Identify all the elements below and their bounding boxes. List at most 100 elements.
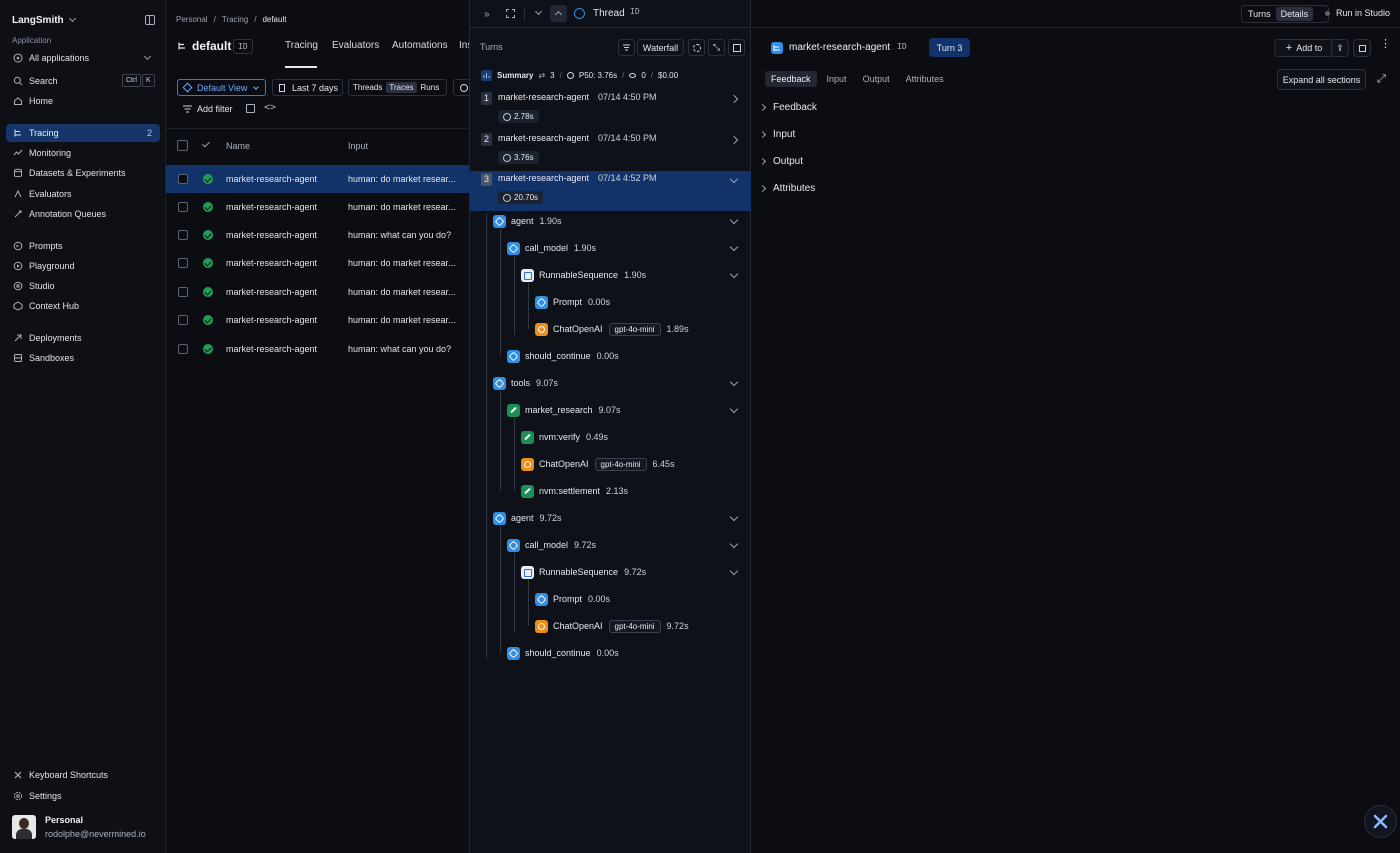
segment-traces[interactable]: Traces [386, 82, 417, 93]
run-tree-node[interactable]: RunnableSequence 9.72s [521, 564, 646, 580]
collapse-panel-icon[interactable]: » [484, 9, 490, 20]
tab-insights[interactable]: Ins [459, 40, 469, 51]
search-button[interactable]: Search Ctrl K [6, 72, 160, 90]
tab-output[interactable]: Output [857, 71, 896, 87]
run-tree-node[interactable]: ChatOpenAI gpt-4o-mini 6.45s [521, 456, 675, 472]
waterfall-button[interactable]: Waterfall [637, 39, 684, 56]
sidebar-item-annotation-queues[interactable]: Annotation Queues [6, 205, 160, 223]
breadcrumb-personal[interactable]: Personal [176, 15, 208, 24]
row-checkbox[interactable] [178, 315, 188, 325]
run-tree-node[interactable]: RunnableSequence 1.90s [521, 267, 646, 283]
expand-all-sections-button[interactable]: Expand all sections [1277, 69, 1366, 90]
app-select[interactable]: All applications [6, 49, 160, 67]
id-badge[interactable]: ID [233, 39, 253, 54]
section-feedback[interactable]: Feedback [758, 102, 817, 113]
run-tree-node[interactable]: agent 1.90s [493, 213, 562, 229]
run-tree-node[interactable]: ChatOpenAI gpt-4o-mini 9.72s [535, 618, 689, 634]
sidebar-item-playground[interactable]: Playground [6, 257, 160, 275]
sidebar-item-studio[interactable]: Studio [6, 277, 160, 295]
view-select[interactable]: Default View [177, 79, 266, 96]
breadcrumb-tracing[interactable]: Tracing [222, 15, 248, 24]
next-thread-icon[interactable] [534, 7, 543, 16]
settings-button[interactable]: Settings [6, 787, 160, 805]
code-icon[interactable]: <> [264, 102, 276, 113]
tab-tracing[interactable]: Tracing [285, 40, 318, 51]
add-filter-button[interactable]: Add filter [183, 104, 233, 114]
sort-icon[interactable] [618, 39, 635, 56]
row-checkbox[interactable] [178, 344, 188, 354]
run-id-badge[interactable]: ID [897, 42, 907, 51]
chevron-right-icon[interactable] [729, 135, 739, 145]
run-tree-node[interactable]: ChatOpenAI gpt-4o-mini 1.89s [535, 321, 689, 337]
table-row[interactable]: market-research-agent human: what can you… [166, 335, 469, 363]
run-tree-node[interactable]: nvm:settlement 2.13s [521, 483, 628, 499]
run-tree-node[interactable]: Prompt 0.00s [535, 294, 610, 310]
sidebar-item-monitoring[interactable]: Monitoring [6, 144, 160, 162]
run-tree-node[interactable]: tools 9.07s [493, 375, 558, 391]
table-row[interactable]: market-research-agent human: do market re… [166, 278, 469, 306]
segment-threads[interactable]: Threads [349, 83, 386, 92]
date-filter-button[interactable]: Last 7 days [272, 79, 343, 96]
summary-row[interactable]: Summary ⇄ 3 / P50: 3.76s / 0 / $0.00 [481, 70, 678, 81]
toggle-turns[interactable]: Turns [1243, 9, 1276, 19]
run-in-studio-button[interactable]: Run in Studio [1325, 8, 1390, 18]
section-output[interactable]: Output [758, 156, 803, 167]
tab-attributes[interactable]: Attributes [900, 71, 950, 87]
table-row[interactable]: market-research-agent human: what can you… [166, 221, 469, 249]
column-header-name[interactable]: Name [226, 141, 250, 151]
settings-gear-icon[interactable] [688, 39, 705, 56]
column-header-input[interactable]: Input [348, 141, 368, 151]
turn-row[interactable]: 1 market-research-agent 07/14 4:50 PM 2.78s [470, 90, 751, 130]
tab-feedback[interactable]: Feedback [765, 71, 817, 87]
table-row[interactable]: market-research-agent human: do market re… [166, 165, 469, 193]
run-tree-node[interactable]: agent 9.72s [493, 510, 562, 526]
avatar[interactable] [12, 815, 36, 839]
floating-help-button[interactable] [1364, 805, 1397, 838]
row-checkbox[interactable] [178, 287, 188, 297]
row-checkbox[interactable] [178, 202, 188, 212]
turn-row[interactable]: 2 market-research-agent 07/14 4:50 PM 3.76s [470, 131, 751, 171]
tab-automations[interactable]: Automations [392, 40, 448, 51]
sidebar-item-prompts[interactable]: Prompts [6, 237, 160, 255]
sidebar-item-context-hub[interactable]: Context Hub [6, 297, 160, 315]
run-tree-node[interactable]: call_model 9.72s [507, 537, 596, 553]
brand-menu[interactable]: LangSmith [12, 14, 76, 26]
row-checkbox[interactable] [178, 258, 188, 268]
tab-input[interactable]: Input [821, 71, 853, 87]
copy-icon[interactable] [246, 104, 255, 113]
sidebar-item-tracing[interactable]: Tracing 2 [6, 124, 160, 142]
more-options-icon[interactable]: ⋮ [1380, 39, 1391, 50]
table-row[interactable]: market-research-agent human: do market re… [166, 249, 469, 277]
toggle-details[interactable]: Details [1275, 7, 1314, 21]
section-attributes[interactable]: Attributes [758, 183, 815, 194]
thread-id-badge[interactable]: ID [630, 7, 640, 16]
run-tree-node[interactable]: should_continue 0.00s [507, 348, 619, 364]
chevron-down-icon[interactable] [729, 174, 739, 184]
prev-thread-button[interactable] [550, 5, 567, 22]
tab-evaluators[interactable]: Evaluators [332, 40, 379, 51]
row-checkbox[interactable] [178, 230, 188, 240]
row-checkbox[interactable] [178, 174, 188, 184]
sidebar-item-home[interactable]: Home [6, 92, 160, 110]
table-row[interactable]: market-research-agent human: do market re… [166, 193, 469, 221]
toggle-panel-icon[interactable] [728, 39, 745, 56]
table-row[interactable]: market-research-agent human: do market re… [166, 306, 469, 334]
expand-icon[interactable]: ⤢ [1377, 73, 1386, 86]
chevron-right-icon[interactable] [729, 94, 739, 104]
keyboard-shortcuts-button[interactable]: Keyboard Shortcuts [6, 766, 160, 784]
collapse-sidebar-icon[interactable] [145, 15, 155, 25]
section-input[interactable]: Input [758, 129, 795, 140]
run-tree-node[interactable]: Prompt 0.00s [535, 591, 610, 607]
fullscreen-icon[interactable] [506, 9, 515, 18]
share-icon[interactable]: ⇪ [1331, 39, 1349, 57]
run-tree-node[interactable]: nvm:verify 0.49s [521, 429, 608, 445]
run-tree-node[interactable]: market_research 9.07s [507, 402, 621, 418]
sidebar-item-sandboxes[interactable]: Sandboxes [6, 349, 160, 367]
run-tree-node[interactable]: should_continue 0.00s [507, 645, 619, 661]
turn-badge[interactable]: Turn 3 [929, 38, 970, 57]
add-to-button[interactable]: + Add to [1274, 39, 1334, 57]
sidebar-item-datasets[interactable]: Datasets & Experiments [6, 164, 160, 182]
run-tree-node[interactable]: call_model 1.90s [507, 240, 596, 256]
select-all-checkbox[interactable] [177, 140, 188, 151]
segment-runs[interactable]: Runs [417, 83, 444, 92]
